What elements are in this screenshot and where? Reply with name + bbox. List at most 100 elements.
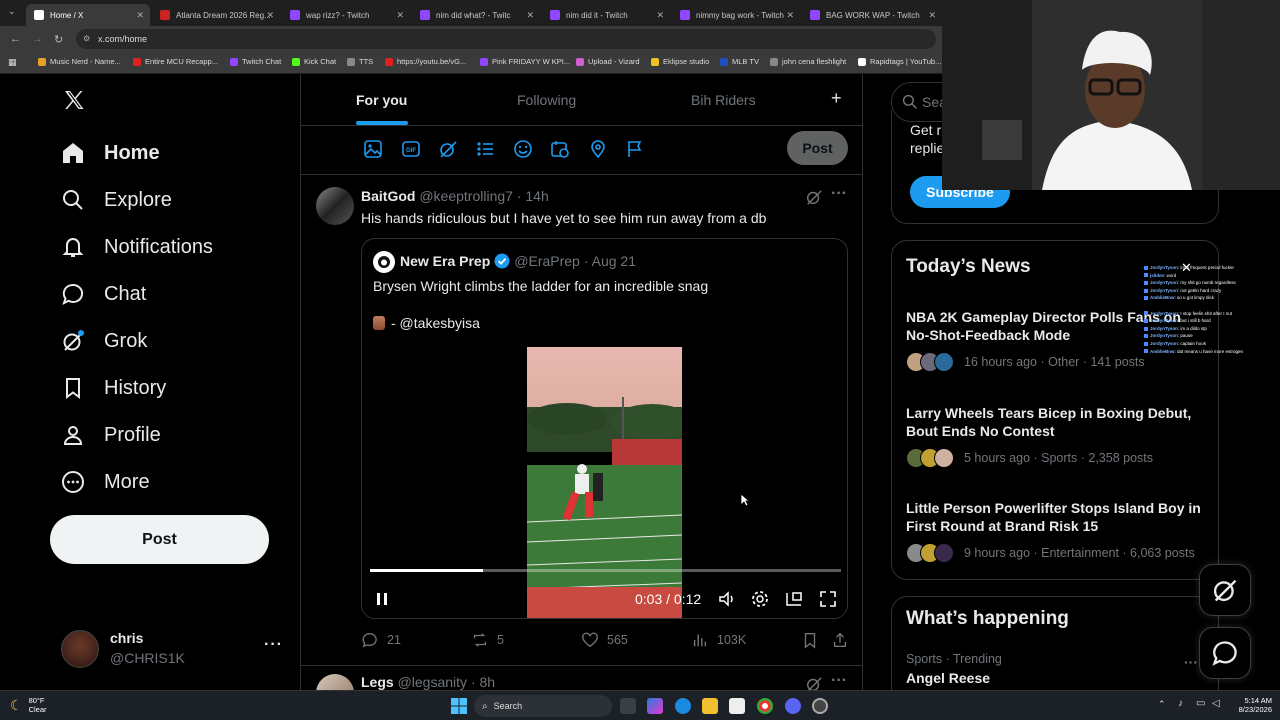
tweet-time[interactable]: · 14h <box>517 188 549 204</box>
nav-item-explore[interactable]: Explore <box>60 180 172 220</box>
add-list-icon[interactable]: + <box>831 88 842 109</box>
grok-fab-button[interactable] <box>1199 564 1251 616</box>
chrome-icon[interactable] <box>757 698 773 714</box>
repost-button[interactable]: 5 <box>471 631 504 649</box>
bookmark-item[interactable]: john cena fleshlight <box>770 57 846 66</box>
composer-post-button[interactable]: Post <box>787 131 848 165</box>
edge-icon[interactable] <box>675 698 691 714</box>
tab-following[interactable]: Following <box>517 92 576 108</box>
flag-icon[interactable] <box>625 139 645 159</box>
speaker-icon[interactable]: ◁ <box>1212 698 1220 709</box>
close-tab-icon[interactable]: ✕ <box>136 10 144 21</box>
nav-item-history[interactable]: History <box>60 368 166 408</box>
tweet-time[interactable]: · 8h <box>471 674 495 690</box>
author-handle[interactable]: @legsanity <box>398 674 467 690</box>
browser-tab[interactable]: nim did it - Twitch ✕ <box>542 4 670 26</box>
bookmark-item[interactable]: Rapidtags | YouTub... <box>858 57 941 66</box>
forward-icon[interactable]: → <box>32 33 43 45</box>
bookmark-icon[interactable] <box>801 631 819 649</box>
close-tab-icon[interactable]: ✕ <box>928 10 936 21</box>
author-name[interactable]: BaitGod <box>361 188 415 204</box>
video-player[interactable]: 0:03 / 0:12 <box>362 347 847 618</box>
browser-tab[interactable]: BAG WORK WAP - Twitch ✕ <box>802 4 942 26</box>
nav-item-more[interactable]: More <box>60 462 150 502</box>
share-icon[interactable] <box>831 631 849 649</box>
location-icon[interactable] <box>588 139 608 159</box>
store-icon[interactable] <box>729 698 745 714</box>
author-name[interactable]: Legs <box>361 674 394 690</box>
address-bar[interactable]: ⚙ x.com/home <box>76 29 936 49</box>
close-tab-icon[interactable]: ✕ <box>396 10 404 21</box>
account-switcher[interactable]: chris @CHRIS1K ··· <box>50 622 290 676</box>
x-logo-icon[interactable] <box>62 88 88 114</box>
browser-tab[interactable]: wap rizz? - Twitch ✕ <box>282 4 410 26</box>
bookmark-item[interactable]: Upload - Vizard <box>576 57 640 66</box>
close-tab-icon[interactable]: ✕ <box>656 10 664 21</box>
more-dots-icon[interactable]: ··· <box>1184 654 1198 670</box>
tray-overflow-icon[interactable]: ⌃ <box>1158 699 1166 710</box>
tweet[interactable]: Legs @legsanity · 8h ··· <box>301 666 862 690</box>
post-button[interactable]: Post <box>50 515 269 564</box>
nav-item-home[interactable]: Home <box>60 133 160 173</box>
schedule-icon[interactable] <box>550 139 570 159</box>
settings-gear-icon[interactable] <box>750 589 770 609</box>
back-icon[interactable]: ← <box>10 33 21 45</box>
display-icon[interactable]: ▭ <box>1196 698 1205 709</box>
video-progress-track[interactable] <box>370 569 841 572</box>
bookmark-item[interactable]: MLB TV <box>720 57 759 66</box>
browser-tab[interactable]: nim did what? - Twitc ✕ <box>412 4 540 26</box>
gif-icon[interactable]: GIF <box>401 139 421 159</box>
copilot-icon[interactable] <box>647 698 663 714</box>
nav-item-profile[interactable]: Profile <box>60 415 161 455</box>
microphone-icon[interactable]: ♪ <box>1178 698 1183 709</box>
news-item[interactable]: Larry Wheels Tears Bicep in Boxing Debut… <box>906 404 1206 468</box>
file-explorer-icon[interactable] <box>702 698 718 714</box>
grok-icon[interactable] <box>805 188 823 206</box>
nav-item-notifications[interactable]: Notifications <box>60 227 213 267</box>
tab-bih-riders[interactable]: Bih Riders <box>691 92 756 108</box>
browser-tab[interactable]: Atlanta Dream 2026 Reg... ✕ <box>152 4 280 26</box>
bookmark-item[interactable]: TTS <box>347 57 373 66</box>
bookmark-item[interactable]: Eklipse studio <box>651 57 709 66</box>
site-info-icon[interactable]: ⚙ <box>83 29 90 49</box>
close-tab-icon[interactable]: ✕ <box>526 10 534 21</box>
bookmark-item[interactable]: Pink FRIDAYY W KPI... <box>480 57 570 66</box>
bookmark-item[interactable]: Twitch Chat <box>230 57 281 66</box>
news-item[interactable]: Little Person Powerlifter Stops Island B… <box>906 499 1206 563</box>
media-icon[interactable] <box>363 139 383 159</box>
author-handle[interactable]: @keeptrolling7 <box>419 188 513 204</box>
tab-for-you[interactable]: For you <box>356 92 407 108</box>
browser-tab[interactable]: Home / X ✕ <box>26 4 150 26</box>
grok-icon[interactable] <box>438 139 458 159</box>
more-dots-icon[interactable]: ··· <box>264 636 283 654</box>
quoted-tweet[interactable]: New Era Prep @EraPrep · Aug 21 Brysen Wr… <box>361 238 848 619</box>
bookmark-item[interactable]: https://youtu.be/vG... <box>385 57 466 66</box>
windows-start-icon[interactable] <box>451 698 467 714</box>
trend-item[interactable]: Sports · Trending Angel Reese ··· <box>906 652 1206 688</box>
reply-button[interactable]: 21 <box>361 631 401 649</box>
poll-icon[interactable] <box>475 139 495 159</box>
nav-item-chat[interactable]: Chat <box>60 274 146 314</box>
weather-widget[interactable]: ☾ 80°F Clear <box>10 696 47 714</box>
messages-fab-button[interactable] <box>1199 627 1251 679</box>
more-dots-icon[interactable]: ··· <box>831 672 847 690</box>
volume-icon[interactable] <box>717 589 737 609</box>
pause-icon[interactable] <box>375 591 389 607</box>
grok-icon[interactable] <box>805 675 823 690</box>
close-tab-icon[interactable]: ✕ <box>266 10 274 21</box>
like-button[interactable]: 565 <box>581 631 628 649</box>
reload-icon[interactable]: ↻ <box>54 33 63 46</box>
bookmark-item[interactable]: Kick Chat <box>292 57 336 66</box>
nav-item-grok[interactable]: Grok <box>60 321 147 361</box>
more-dots-icon[interactable]: ··· <box>831 185 847 203</box>
taskbar-search[interactable]: ⌕ Search <box>474 695 612 717</box>
close-tab-icon[interactable]: ✕ <box>786 10 794 21</box>
emoji-icon[interactable] <box>513 139 533 159</box>
obs-icon[interactable] <box>812 698 828 714</box>
browser-tab[interactable]: nimmy bag work - Twitch ✕ <box>672 4 800 26</box>
views-button[interactable]: 103K <box>691 631 746 649</box>
discord-icon[interactable] <box>785 698 801 714</box>
bookmark-item[interactable]: Entire MCU Recapp... <box>133 57 218 66</box>
bookmark-item[interactable]: Music Nerd - Name... <box>38 57 121 66</box>
clock[interactable]: 5:14 AM 8/23/2026 <box>1228 696 1272 714</box>
